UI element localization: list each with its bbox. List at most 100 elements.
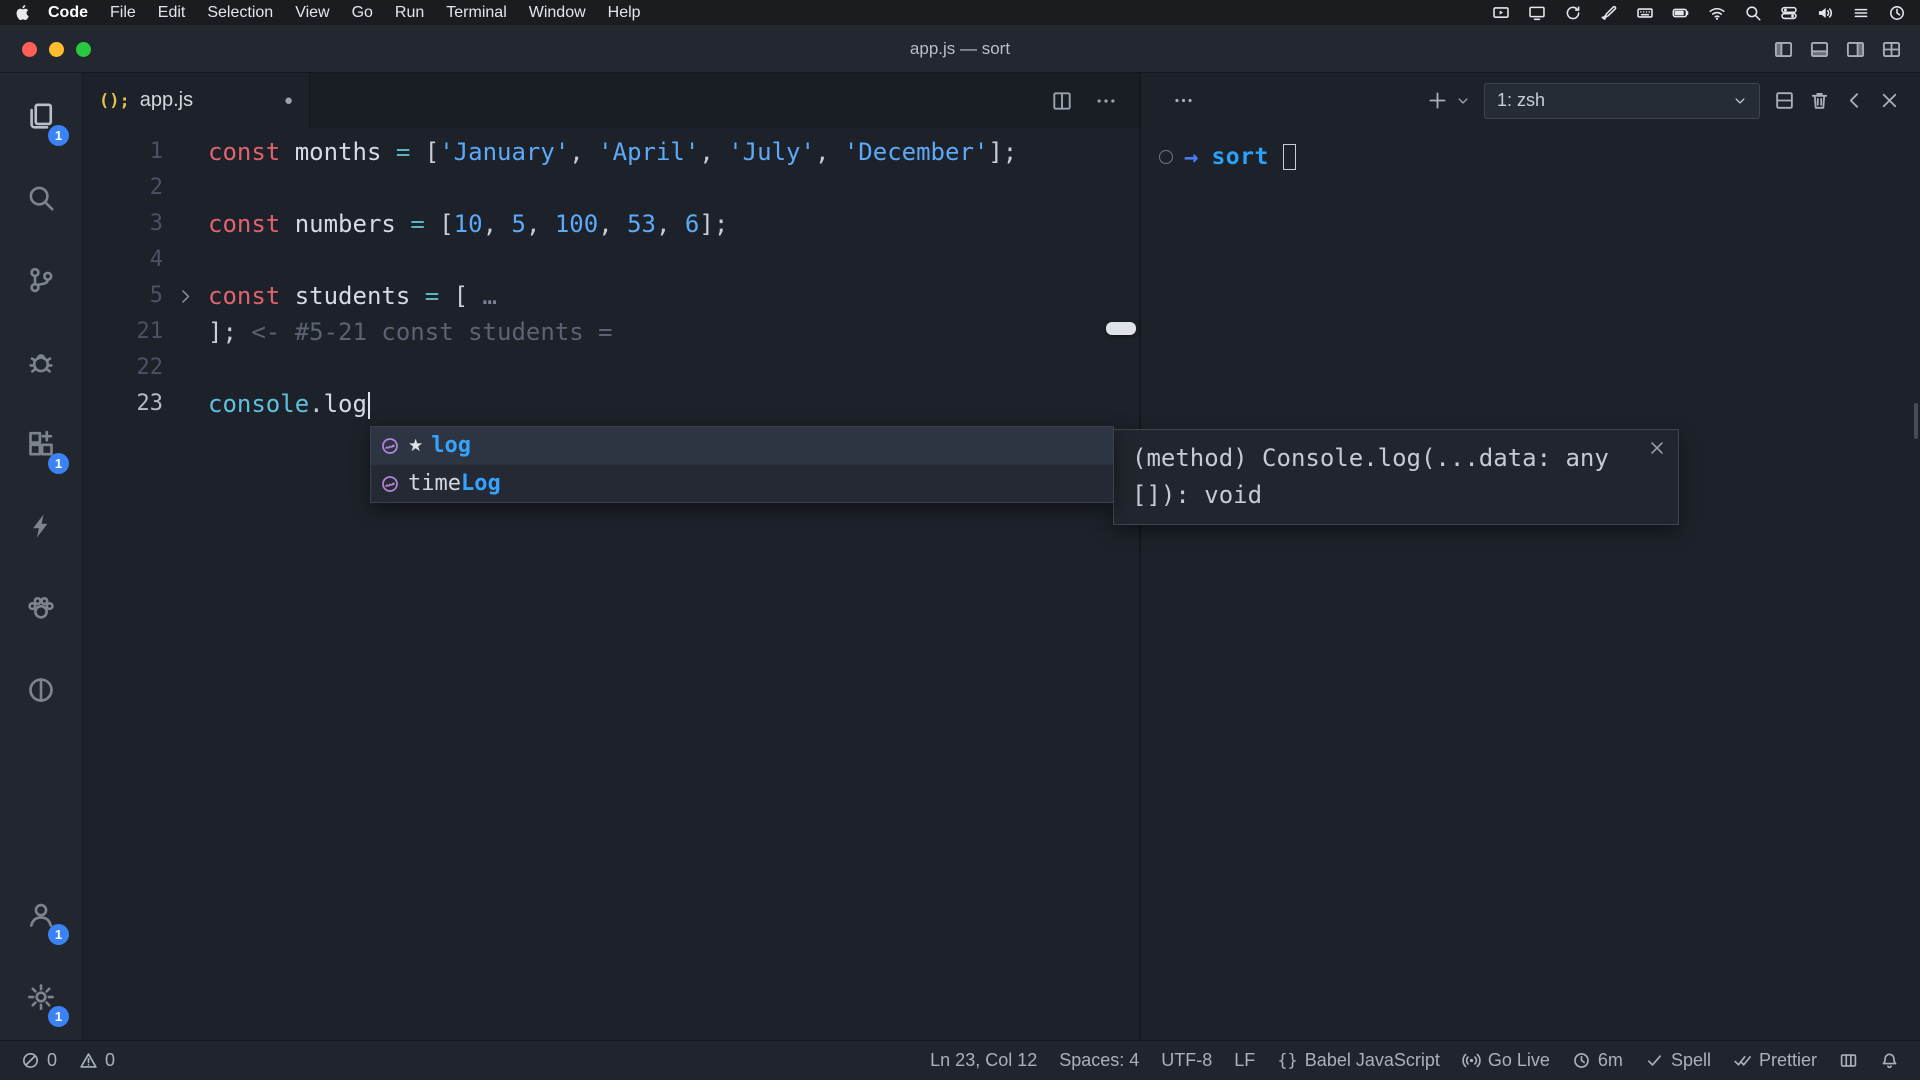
speaker-icon[interactable] bbox=[1816, 4, 1834, 22]
menu-selection[interactable]: Selection bbox=[196, 0, 284, 25]
menu-window[interactable]: Window bbox=[518, 0, 597, 25]
status-problems-errors[interactable]: 0 bbox=[10, 1041, 68, 1080]
menu-run[interactable]: Run bbox=[384, 0, 435, 25]
prompt-arrow: → bbox=[1184, 143, 1198, 171]
menu-items: FileEditSelectionViewGoRunTerminalWindow… bbox=[99, 0, 652, 25]
activity-disc[interactable] bbox=[0, 649, 82, 731]
chevron-left-icon[interactable] bbox=[1844, 90, 1865, 111]
panel-more-actions-icon[interactable] bbox=[1173, 90, 1194, 111]
terminal-scrollbar[interactable] bbox=[1914, 403, 1918, 439]
clock-icon[interactable] bbox=[1888, 4, 1906, 22]
layout-sidebar-left-icon[interactable] bbox=[1773, 39, 1794, 60]
split-editor-icon[interactable] bbox=[1051, 90, 1073, 112]
ellipsis-icon[interactable] bbox=[1095, 90, 1117, 112]
activity-account[interactable]: 1 bbox=[0, 874, 82, 956]
status-label: LF bbox=[1234, 1050, 1255, 1071]
code-line-2[interactable]: 2 bbox=[83, 170, 1139, 206]
menu-edit[interactable]: Edit bbox=[147, 0, 197, 25]
command-decoration-icon[interactable] bbox=[1159, 150, 1173, 164]
layout-panel-icon[interactable] bbox=[1809, 39, 1830, 60]
status-spell[interactable]: Spell bbox=[1634, 1041, 1722, 1080]
fold-gutter bbox=[163, 350, 208, 386]
chevron-down-icon[interactable] bbox=[1456, 94, 1470, 108]
layout-sidebar-right-icon[interactable] bbox=[1845, 39, 1866, 60]
terminal-content[interactable]: → sort bbox=[1159, 143, 1296, 170]
status-cursor-position[interactable]: Ln 23, Col 12 bbox=[919, 1041, 1048, 1080]
sash-handle[interactable] bbox=[1106, 322, 1136, 335]
method-icon bbox=[380, 436, 400, 456]
control-center-icon[interactable] bbox=[1780, 4, 1798, 22]
plus-icon[interactable] bbox=[1427, 90, 1448, 111]
menu-file[interactable]: File bbox=[99, 0, 147, 25]
list-icon[interactable] bbox=[1852, 4, 1870, 22]
layout-toggle-icons bbox=[1773, 25, 1902, 73]
code-line-5[interactable]: 5const students = [ … bbox=[83, 278, 1139, 314]
menu-go[interactable]: Go bbox=[341, 0, 384, 25]
status-language-mode[interactable]: {}Babel JavaScript bbox=[1266, 1041, 1451, 1080]
status-notifications[interactable] bbox=[1869, 1041, 1910, 1080]
fold-chevron-icon[interactable] bbox=[163, 278, 208, 314]
code-line-22[interactable]: 22 bbox=[83, 350, 1139, 386]
status-label: Ln 23, Col 12 bbox=[930, 1050, 1037, 1071]
status-encoding[interactable]: UTF-8 bbox=[1150, 1041, 1223, 1080]
close-icon[interactable] bbox=[1648, 439, 1666, 457]
menu-status-icons bbox=[1492, 4, 1906, 22]
menu-app[interactable]: Code bbox=[37, 0, 99, 25]
code-line-3[interactable]: 3const numbers = [10, 5, 100, 53, 6]; bbox=[83, 206, 1139, 242]
menu-view[interactable]: View bbox=[284, 0, 340, 25]
code-line-1[interactable]: 1const months = ['January', 'April', 'Ju… bbox=[83, 134, 1139, 170]
hover-text-line: []): void bbox=[1132, 477, 1660, 514]
code-line-21[interactable]: 21]; <- #5-21 const students = bbox=[83, 314, 1139, 350]
warning-icon bbox=[79, 1051, 98, 1070]
modified-indicator[interactable]: ● bbox=[284, 92, 293, 109]
menu-help[interactable]: Help bbox=[597, 0, 652, 25]
status-problems-warnings[interactable]: 0 bbox=[68, 1041, 126, 1080]
activity-zap[interactable] bbox=[0, 485, 82, 567]
activity-files[interactable]: 1 bbox=[0, 75, 82, 157]
status-editor-layout[interactable] bbox=[1828, 1041, 1869, 1080]
terminal-shell-select[interactable]: 1: zsh bbox=[1484, 83, 1760, 119]
window-title-bar: app.js — sort bbox=[0, 25, 1920, 73]
wifi-icon[interactable] bbox=[1708, 4, 1726, 22]
screen-mirror-icon[interactable] bbox=[1492, 4, 1510, 22]
activity-gear[interactable]: 1 bbox=[0, 956, 82, 1038]
split-panel-icon[interactable] bbox=[1774, 90, 1795, 111]
display-icon[interactable] bbox=[1528, 4, 1546, 22]
hover-lines: (method) Console.log(...data: any[]): vo… bbox=[1132, 440, 1660, 514]
keyboard-icon[interactable] bbox=[1636, 4, 1654, 22]
suggestion-log[interactable]: ★log bbox=[371, 427, 1113, 464]
battery-icon[interactable] bbox=[1672, 4, 1690, 22]
close-icon[interactable] bbox=[1879, 90, 1900, 111]
activity-paw[interactable] bbox=[0, 567, 82, 649]
status-eol[interactable]: LF bbox=[1223, 1041, 1266, 1080]
status-prettier[interactable]: Prettier bbox=[1722, 1041, 1828, 1080]
menu-terminal[interactable]: Terminal bbox=[435, 0, 517, 25]
sync-icon[interactable] bbox=[1564, 4, 1582, 22]
badge: 1 bbox=[48, 125, 69, 146]
activity-search[interactable] bbox=[0, 157, 82, 239]
code-editor[interactable]: 1const months = ['January', 'April', 'Ju… bbox=[83, 128, 1139, 1040]
activity-source-control[interactable] bbox=[0, 239, 82, 321]
fold-gutter bbox=[163, 242, 208, 278]
layout-grid-icon[interactable] bbox=[1881, 39, 1902, 60]
suggestion-timeLog[interactable]: timeLog bbox=[371, 464, 1113, 502]
activity-extensions[interactable]: 1 bbox=[0, 403, 82, 485]
status-label: Babel JavaScript bbox=[1305, 1050, 1440, 1071]
apple-menu-icon[interactable] bbox=[14, 4, 31, 21]
status-indentation[interactable]: Spaces: 4 bbox=[1048, 1041, 1150, 1080]
code-text: console.log bbox=[208, 386, 370, 422]
status-go-live[interactable]: Go Live bbox=[1451, 1041, 1561, 1080]
fold-gutter bbox=[163, 134, 208, 170]
code-line-23[interactable]: 23console.log bbox=[83, 386, 1139, 422]
editor-actions bbox=[1051, 73, 1117, 128]
spotlight-icon[interactable] bbox=[1744, 4, 1762, 22]
window-title: app.js — sort bbox=[0, 25, 1920, 73]
tab-app-js[interactable]: (); app.js ● bbox=[83, 73, 310, 128]
line-number: 4 bbox=[83, 242, 163, 278]
terminal-shell-label: 1: zsh bbox=[1497, 90, 1545, 111]
code-line-4[interactable]: 4 bbox=[83, 242, 1139, 278]
status-timer[interactable]: 6m bbox=[1561, 1041, 1634, 1080]
activity-debug[interactable] bbox=[0, 321, 82, 403]
brush-icon[interactable] bbox=[1600, 4, 1618, 22]
trash-icon[interactable] bbox=[1809, 90, 1830, 111]
